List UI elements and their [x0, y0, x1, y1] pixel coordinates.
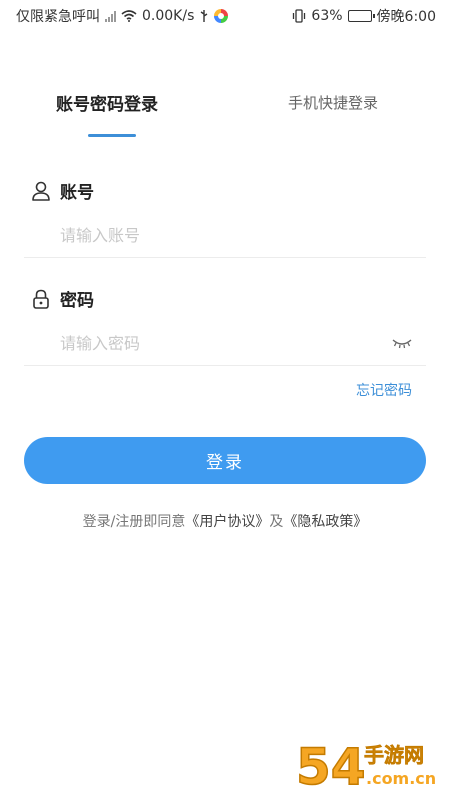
user-agreement-link[interactable]: 《用户协议》: [185, 514, 269, 530]
account-input[interactable]: [60, 222, 380, 248]
status-left: 仅限紧急呼叫 0.00K/s: [16, 6, 229, 26]
network-speed: 0.00K/s: [142, 8, 195, 24]
watermark-brand: 54: [296, 738, 366, 794]
status-bar: 仅限紧急呼叫 0.00K/s 63% 傍晚6:00: [0, 0, 450, 32]
account-field: 账号: [24, 178, 426, 258]
active-tab-indicator: [88, 134, 136, 137]
lock-icon: [33, 289, 49, 309]
password-label: 密码: [60, 291, 94, 311]
app-icon: [214, 9, 229, 23]
password-label-row: 密码: [24, 286, 426, 311]
watermark-domain: .com.cn: [366, 769, 436, 788]
agreement-text: 登录/注册即同意《用户协议》及《隐私政策》: [0, 511, 450, 531]
agreement-conjunction: 及: [269, 514, 284, 530]
vibrate-icon: [293, 9, 306, 23]
agreement-prefix: 登录/注册即同意: [82, 514, 186, 530]
tab-account-password[interactable]: 账号密码登录: [56, 90, 158, 115]
network-status: 仅限紧急呼叫: [16, 9, 100, 25]
battery-icon: [347, 10, 375, 22]
account-label-row: 账号: [24, 178, 426, 203]
login-button[interactable]: 登录: [24, 437, 426, 484]
privacy-policy-link[interactable]: 《隐私政策》: [283, 514, 367, 530]
password-input[interactable]: [60, 330, 380, 356]
tab-phone-quick[interactable]: 手机快捷登录: [288, 92, 378, 113]
usb-icon: [200, 10, 208, 22]
battery-percent: 63%: [311, 8, 343, 24]
signal-icon: [105, 10, 116, 22]
password-field: 密码: [24, 286, 426, 366]
wifi-icon: [121, 10, 137, 22]
account-label: 账号: [60, 183, 94, 203]
forgot-password-link[interactable]: 忘记密码: [356, 380, 412, 400]
clock: 傍晚6:00: [376, 9, 436, 25]
user-icon: [32, 181, 50, 201]
login-tabs: 账号密码登录 手机快捷登录: [0, 90, 450, 140]
watermark-logo: 54 手游网 .com.cn: [295, 737, 436, 794]
status-right: 63% 傍晚6:00: [292, 6, 436, 26]
watermark-mark: 手游网: [364, 743, 424, 767]
eye-closed-icon[interactable]: [392, 336, 412, 350]
